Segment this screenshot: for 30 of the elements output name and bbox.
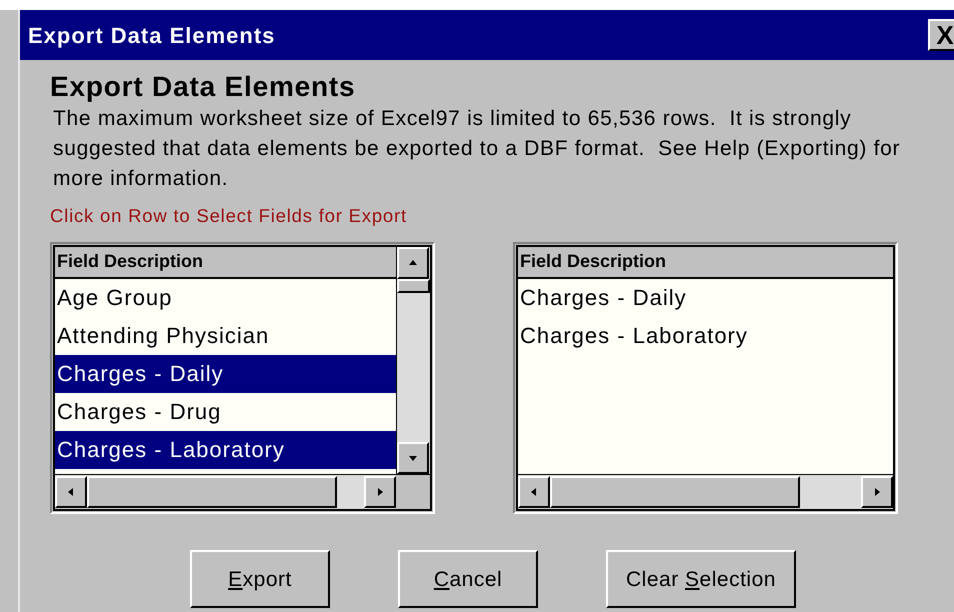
- list-row[interactable]: Charges - Laboratory: [55, 430, 396, 469]
- scroll-thumb[interactable]: [550, 476, 800, 508]
- list-row[interactable]: Charges - Daily: [518, 278, 893, 317]
- description-text: The maximum worksheet size of Excel97 is limited to 65,536 rows. It is strongly suggested that data elements be exported to a DBF format. See Help (Exporting) for more information.: [52, 106, 902, 192]
- dialog-button[interactable]: Export: [190, 550, 330, 608]
- window-title: Export Data Elements: [28, 22, 276, 50]
- scroll-arrow-button[interactable]: [861, 476, 893, 508]
- list-row[interactable]: Charges - Daily: [55, 354, 396, 393]
- column-header[interactable]: Field Description: [55, 246, 396, 279]
- dialog-button[interactable]: Clear Selection: [606, 550, 796, 608]
- scroll-arrow-button[interactable]: [397, 442, 429, 474]
- list-row[interactable]: Charges - Drug: [55, 392, 396, 431]
- scroll-arrow-button[interactable]: [518, 476, 550, 508]
- scroll-thumb[interactable]: [87, 476, 337, 508]
- dialog-button[interactable]: Cancel: [398, 550, 538, 608]
- horizontal-scrollbar[interactable]: [518, 474, 893, 509]
- dialog-heading: Export Data Elements: [50, 70, 356, 104]
- vertical-scrollbar[interactable]: [396, 246, 430, 474]
- scrollbar-corner: [396, 474, 430, 509]
- instruction-text: Click on Row to Select Fields for Export: [50, 204, 408, 228]
- column-header[interactable]: Field Description: [518, 246, 893, 279]
- close-button[interactable]: X: [928, 19, 954, 51]
- list-row[interactable]: Charges - Laboratory: [518, 316, 893, 355]
- list-row[interactable]: Attending Physician: [55, 316, 396, 355]
- scroll-arrow-button[interactable]: [55, 476, 87, 508]
- list-row[interactable]: Age Group: [55, 278, 396, 317]
- horizontal-scrollbar[interactable]: [55, 474, 396, 509]
- scroll-arrow-button[interactable]: [397, 246, 429, 279]
- scroll-arrow-button[interactable]: [364, 476, 396, 508]
- scroll-thumb[interactable]: [397, 278, 430, 293]
